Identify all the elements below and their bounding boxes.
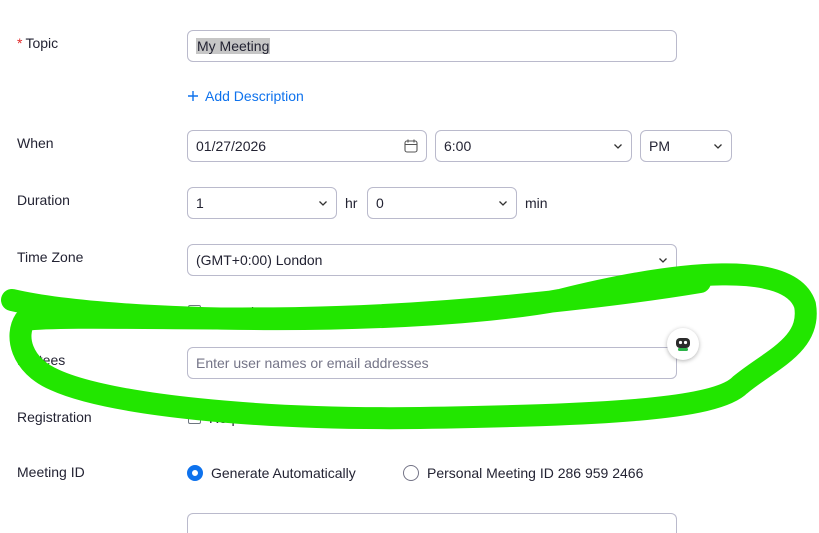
next-field-partial[interactable] <box>187 513 677 533</box>
ampm-select[interactable]: PM <box>640 130 732 162</box>
recurring-label: Recurring meeting <box>209 304 324 320</box>
generate-automatically-label: Generate Automatically <box>211 465 356 481</box>
assistant-bot-button[interactable] <box>667 328 699 360</box>
date-value: 01/27/2026 <box>196 138 267 154</box>
invitees-label: Invitees <box>17 352 66 368</box>
robot-icon <box>676 338 690 351</box>
invitees-placeholder: Enter user names or email addresses <box>196 355 429 371</box>
when-label: When <box>17 135 54 151</box>
calendar-icon[interactable] <box>404 139 418 153</box>
chevron-down-icon <box>614 144 622 149</box>
registration-required-label: Required <box>209 410 266 426</box>
required-mark: * <box>17 35 23 51</box>
time-zone-label: Time Zone <box>17 249 84 265</box>
topic-label: * Topic <box>17 35 58 51</box>
registration-required-checkbox[interactable] <box>188 411 201 424</box>
meeting-id-label: Meeting ID <box>17 464 85 480</box>
add-description-label: Add Description <box>205 88 304 104</box>
duration-hours-value: 1 <box>196 195 204 211</box>
add-description-link[interactable]: Add Description <box>187 88 304 104</box>
ampm-value: PM <box>649 138 670 154</box>
time-zone-select[interactable]: (GMT+0:00) London <box>187 244 677 276</box>
duration-label: Duration <box>17 192 70 208</box>
duration-minutes-select[interactable]: 0 <box>367 187 517 219</box>
topic-label-text: Topic <box>25 35 59 51</box>
duration-minutes-value: 0 <box>376 195 384 211</box>
recurring-checkbox[interactable] <box>188 305 201 318</box>
duration-hours-select[interactable]: 1 <box>187 187 337 219</box>
chevron-down-icon <box>659 258 667 263</box>
registration-label: Registration <box>17 409 92 425</box>
plus-icon <box>188 91 198 101</box>
personal-meeting-id-radio[interactable] <box>403 465 419 481</box>
chevron-down-icon <box>319 201 327 206</box>
date-input[interactable]: 01/27/2026 <box>187 130 427 162</box>
hours-unit: hr <box>345 195 358 211</box>
minutes-unit: min <box>525 195 548 211</box>
invitees-input[interactable]: Enter user names or email addresses <box>187 347 677 379</box>
topic-input[interactable]: My Meeting <box>187 30 677 62</box>
time-value: 6:00 <box>444 138 472 154</box>
time-select[interactable]: 6:00 <box>435 130 632 162</box>
time-zone-value: (GMT+0:00) London <box>196 252 323 268</box>
generate-automatically-radio[interactable] <box>187 465 203 481</box>
chevron-down-icon <box>714 144 722 149</box>
personal-meeting-id-label: Personal Meeting ID 286 959 2466 <box>427 465 644 481</box>
topic-input-value: My Meeting <box>196 38 271 54</box>
chevron-down-icon <box>499 201 507 206</box>
